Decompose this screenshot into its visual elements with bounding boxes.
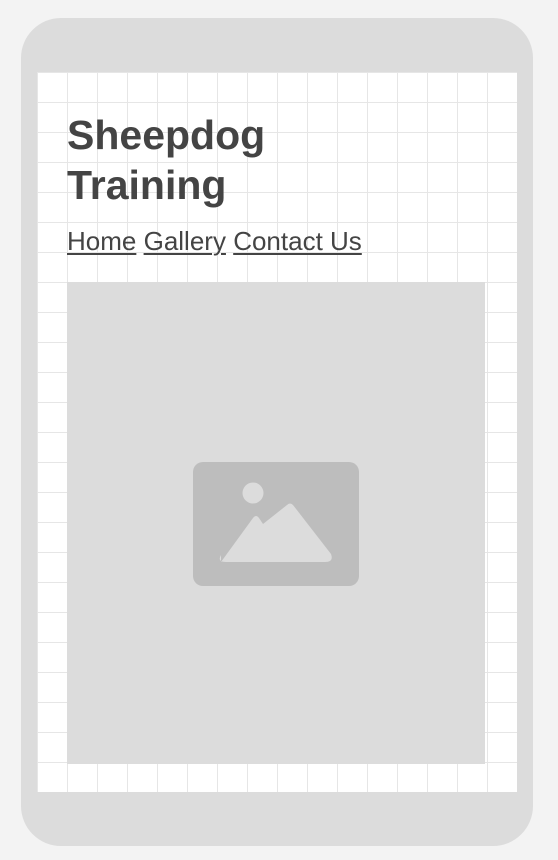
page-screen: Sheepdog Training Home Gallery Contact U… — [37, 72, 517, 792]
device-frame: Sheepdog Training Home Gallery Contact U… — [21, 18, 533, 846]
nav-link-gallery[interactable]: Gallery — [144, 226, 226, 256]
nav-link-contact-us[interactable]: Contact Us — [233, 226, 362, 256]
image-placeholder-icon — [193, 462, 359, 586]
page-title: Sheepdog Training — [67, 112, 266, 208]
hero-image-placeholder — [67, 282, 485, 764]
main-nav: Home Gallery Contact Us — [67, 226, 362, 256]
nav-link-home[interactable]: Home — [67, 226, 136, 256]
